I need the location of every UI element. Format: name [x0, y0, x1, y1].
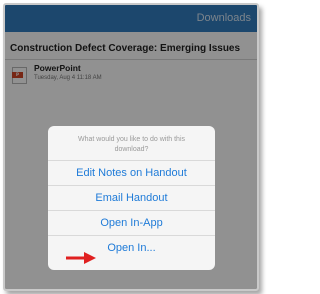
app-window: Downloads Construction Defect Coverage: …	[3, 3, 259, 291]
open-in-app-button[interactable]: Open In-App	[48, 210, 215, 235]
red-arrow-annotation-icon	[66, 252, 96, 264]
dialog-prompt: What would you like to do with this down…	[78, 136, 185, 153]
email-handout-button[interactable]: Email Handout	[48, 185, 215, 210]
edit-notes-on-handout-button[interactable]: Edit Notes on Handout	[48, 160, 215, 185]
download-action-sheet: What would you like to do with this down…	[48, 126, 215, 270]
